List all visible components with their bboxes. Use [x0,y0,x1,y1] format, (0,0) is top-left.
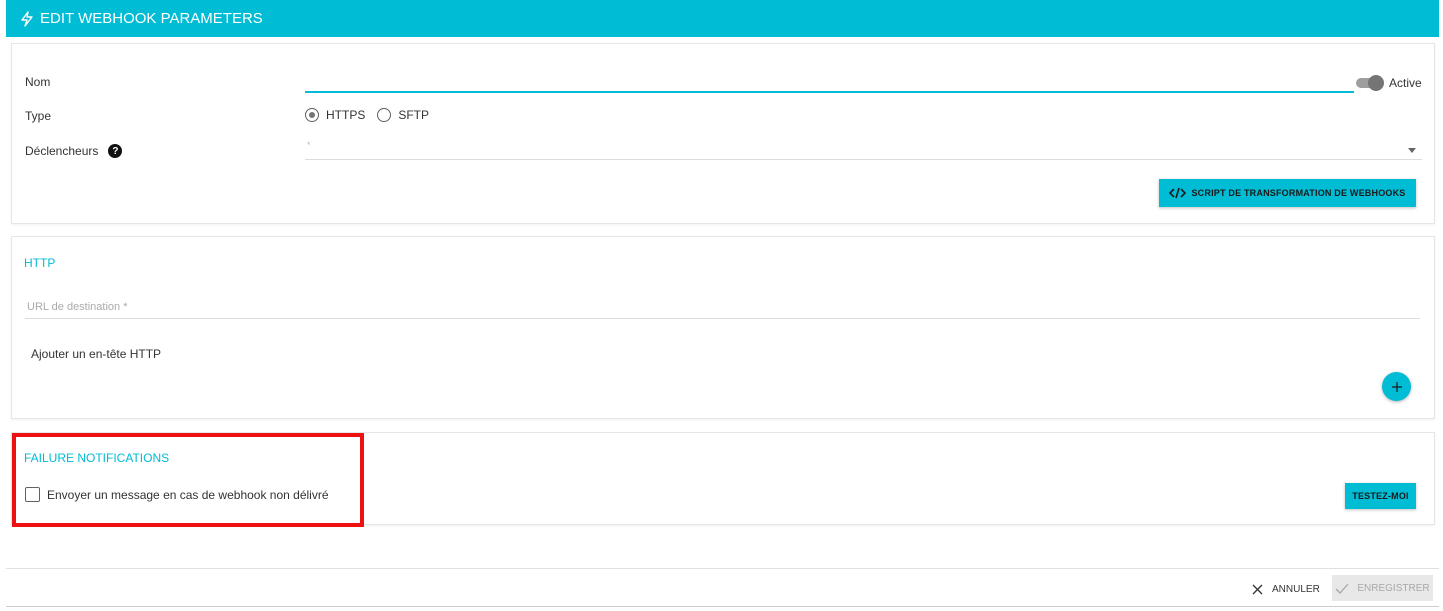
script-transform-label: SCRIPT DE TRANSFORMATION DE WEBHOOKS [1191,188,1406,198]
code-icon [1169,187,1187,199]
destination-url-placeholder: URL de destination * [27,301,128,313]
triggers-label-text: Déclencheurs [25,144,99,158]
add-header-label: Ajouter un en-tête HTTP [31,347,162,361]
chevron-down-icon [1408,148,1416,153]
triggers-select[interactable]: * [305,140,1422,160]
check-icon [1335,583,1349,594]
type-radio-group: HTTPS SFTP [305,108,441,122]
test-me-label: TESTEZ-MOI [1352,491,1409,501]
save-button[interactable]: ENREGISTRER [1332,575,1433,601]
active-toggle[interactable]: Active [1356,75,1422,91]
plus-icon [1391,381,1402,392]
radio-https-label: HTTPS [326,108,366,122]
bottom-border [6,606,1439,607]
active-label: Active [1389,76,1422,90]
name-label: Nom [25,75,51,89]
dialog-header: EDIT WEBHOOK PARAMETERS [6,0,1439,37]
http-card: HTTP URL de destination * Ajouter un en-… [11,236,1435,419]
triggers-placeholder: * [307,140,311,150]
footer-divider [6,568,1439,569]
radio-https[interactable] [305,108,319,122]
close-icon [1252,584,1263,594]
lightning-bolt-icon [21,10,33,27]
radio-sftp-label: SFTP [398,108,430,122]
toggle-knob [1368,75,1384,91]
general-card: Nom Active Type HTTPS SFTP Déclencheurs … [11,43,1435,224]
cancel-label: ANNULER [1272,583,1320,595]
triggers-label: Déclencheurs ? [25,144,123,158]
script-transform-button[interactable]: SCRIPT DE TRANSFORMATION DE WEBHOOKS [1159,179,1416,207]
highlight-annotation [12,433,364,527]
radio-selected-dot [309,112,315,118]
http-section-title: HTTP [24,256,56,270]
destination-url-input[interactable]: URL de destination * [25,299,1420,319]
help-icon[interactable]: ? [108,144,123,158]
cancel-button[interactable]: ANNULER [1252,577,1320,601]
add-header-button[interactable] [1382,372,1411,401]
dialog-title: EDIT WEBHOOK PARAMETERS [40,10,263,27]
save-label: ENREGISTRER [1357,582,1430,594]
name-input[interactable] [305,74,1354,93]
test-me-button[interactable]: TESTEZ-MOI [1345,483,1416,509]
toggle-track [1356,75,1384,91]
radio-sftp[interactable] [377,108,392,122]
type-label: Type [25,109,52,123]
